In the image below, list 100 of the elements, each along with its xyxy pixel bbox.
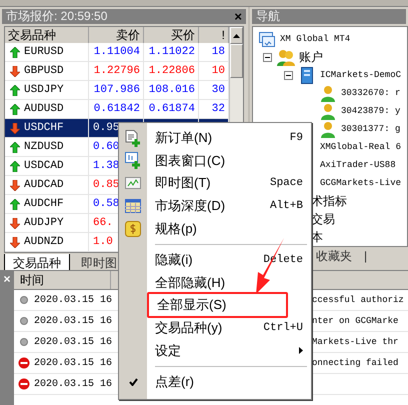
menu-item[interactable]: 隐藏(i) bbox=[155, 251, 193, 270]
sell-price-cell: 0.60 bbox=[93, 141, 120, 153]
up-arrow-icon bbox=[10, 104, 20, 114]
tree-item[interactable]: ICMarkets-DemoC bbox=[320, 70, 402, 80]
sell-price-cell: 0.85 bbox=[93, 179, 120, 191]
panel-title: 市场报价: 20:59:50 bbox=[6, 9, 108, 24]
sell-price-cell: 0.58 bbox=[93, 198, 120, 210]
time-cell-text: 2020.03.15 16 bbox=[34, 358, 114, 368]
monitor-icon bbox=[259, 32, 275, 46]
down-arrow-icon bbox=[10, 180, 20, 190]
collapse-toggle[interactable] bbox=[284, 70, 292, 80]
time-cell-text: 2020.03.15 16 bbox=[34, 316, 114, 326]
panel-title: 导航 bbox=[256, 9, 280, 24]
tree-item[interactable]: 30332670: r bbox=[341, 88, 400, 98]
symbol-cell: AUDUSD bbox=[24, 103, 64, 115]
quote-row[interactable]: USDJPY 107.986 108.016 30 bbox=[5, 81, 229, 100]
error-icon bbox=[18, 357, 30, 369]
column-header[interactable]: 时间 bbox=[14, 271, 111, 289]
symbol-cell: NZDUSD bbox=[24, 141, 64, 153]
down-arrow-icon bbox=[10, 218, 20, 228]
buy-price-cell: 0.61874 bbox=[148, 103, 195, 115]
triangle-up-icon bbox=[233, 34, 240, 38]
shortcut-text: F9 bbox=[290, 132, 303, 144]
server-icon bbox=[301, 66, 313, 84]
spread-cell: 18 bbox=[212, 46, 225, 58]
error-icon bbox=[18, 378, 30, 390]
sell-price-cell: 66. bbox=[93, 217, 113, 229]
user-icon bbox=[321, 102, 335, 120]
shortcut-text: Space bbox=[270, 177, 303, 190]
symbol-cell: AUDNZD bbox=[24, 236, 64, 248]
buy-price-cell: 108.016 bbox=[148, 84, 195, 96]
tab[interactable]: | bbox=[364, 249, 368, 263]
message-cell: onnecting failed bbox=[312, 358, 398, 368]
tree-item[interactable]: AxiTrader-US88 bbox=[320, 160, 396, 170]
tree-item[interactable]: XM Global MT4 bbox=[280, 34, 350, 44]
symbol-cell: EURUSD bbox=[24, 46, 64, 58]
chart-plus-icon bbox=[125, 152, 141, 170]
column-header[interactable]: 卖价 bbox=[89, 27, 144, 44]
sell-price-cell: 107.986 bbox=[94, 84, 140, 96]
up-arrow-icon bbox=[10, 198, 20, 210]
dollar-icon bbox=[125, 220, 141, 237]
column-header[interactable]: ! bbox=[199, 27, 229, 44]
dot-icon bbox=[20, 296, 28, 304]
quote-row[interactable]: AUDUSD 0.61842 0.61874 32 bbox=[5, 100, 229, 119]
up-arrow-icon bbox=[10, 84, 20, 96]
dot-icon bbox=[20, 338, 28, 346]
shortcut-text: Ctrl+U bbox=[263, 322, 303, 334]
tree-item[interactable]: 账户 bbox=[299, 48, 323, 66]
user-icon bbox=[321, 120, 335, 138]
up-arrow-icon bbox=[10, 160, 20, 172]
sell-price-cell: 1.11004 bbox=[94, 46, 140, 58]
tree-item[interactable]: 30423879: y bbox=[341, 106, 400, 116]
menu-item[interactable]: 设定 bbox=[155, 342, 181, 360]
line-chart-icon bbox=[125, 177, 141, 190]
scroll-thumb[interactable] bbox=[230, 44, 243, 78]
table-grid-icon bbox=[125, 199, 141, 214]
symbol-cell: USDCAD bbox=[24, 160, 64, 172]
menu-item[interactable]: 市场深度(D) bbox=[155, 197, 226, 216]
column-header[interactable]: 交易品种 bbox=[5, 27, 89, 44]
sell-price-cell: 1.38 bbox=[93, 160, 120, 172]
buy-price-cell: 1.11022 bbox=[148, 46, 195, 58]
buy-price-cell: 1.22806 bbox=[148, 65, 195, 77]
menu-item[interactable]: 点差(r) bbox=[155, 373, 194, 392]
tab[interactable]: 收藏夹 bbox=[316, 248, 352, 264]
column-header[interactable]: 买价 bbox=[144, 27, 199, 44]
down-arrow-icon bbox=[10, 236, 20, 248]
dot-icon bbox=[20, 317, 28, 325]
down-arrow-icon bbox=[10, 122, 20, 134]
quote-row[interactable]: GBPUSD 1.22796 1.22806 10 bbox=[5, 62, 229, 81]
spread-cell: 30 bbox=[212, 84, 225, 96]
sell-price-cell: 1.0 bbox=[93, 236, 113, 248]
up-arrow-icon bbox=[10, 142, 20, 152]
menu-item[interactable]: 即时图(T) bbox=[155, 174, 211, 192]
collapse-toggle[interactable] bbox=[262, 52, 272, 62]
tree-item[interactable]: GCGMarkets-Live bbox=[320, 178, 402, 188]
close-button[interactable]: × bbox=[234, 10, 242, 23]
close-button[interactable]: × bbox=[3, 273, 10, 285]
tree-item[interactable]: XMGlobal-Real 6 bbox=[320, 142, 402, 152]
symbol-cell: AUDCAD bbox=[24, 179, 64, 191]
time-cell-text: 2020.03.15 16 bbox=[34, 294, 114, 306]
symbol-cell: AUDJPY bbox=[24, 217, 64, 229]
message-cell: nter on GCGMarke bbox=[312, 316, 398, 326]
menu-item[interactable]: 全部显示(S) bbox=[147, 292, 288, 318]
quote-row[interactable]: EURUSD 1.11004 1.11022 18 bbox=[5, 43, 229, 62]
down-arrow-icon bbox=[10, 66, 20, 76]
users-icon bbox=[276, 48, 296, 66]
sell-price-cell: 0.61842 bbox=[94, 103, 140, 115]
symbol-cell: USDCHF bbox=[24, 122, 64, 134]
scroll-up-button[interactable] bbox=[230, 27, 243, 44]
sell-price-cell: 1.22796 bbox=[94, 65, 140, 77]
spread-cell: 32 bbox=[212, 103, 225, 115]
time-cell-text: 2020.03.15 16 bbox=[34, 336, 114, 348]
symbol-cell: GBPUSD bbox=[24, 65, 64, 77]
menu-item[interactable]: 交易品种(y) bbox=[155, 319, 222, 338]
symbol-cell: AUDCHF bbox=[24, 198, 64, 210]
tree-item[interactable]: 30301377: g bbox=[341, 124, 400, 134]
spread-cell: 10 bbox=[212, 65, 225, 77]
symbol-cell: USDJPY bbox=[24, 84, 64, 96]
sell-price-cell: 0.95 bbox=[93, 122, 120, 134]
menu-item[interactable]: 全部隐藏(H) bbox=[155, 274, 226, 292]
